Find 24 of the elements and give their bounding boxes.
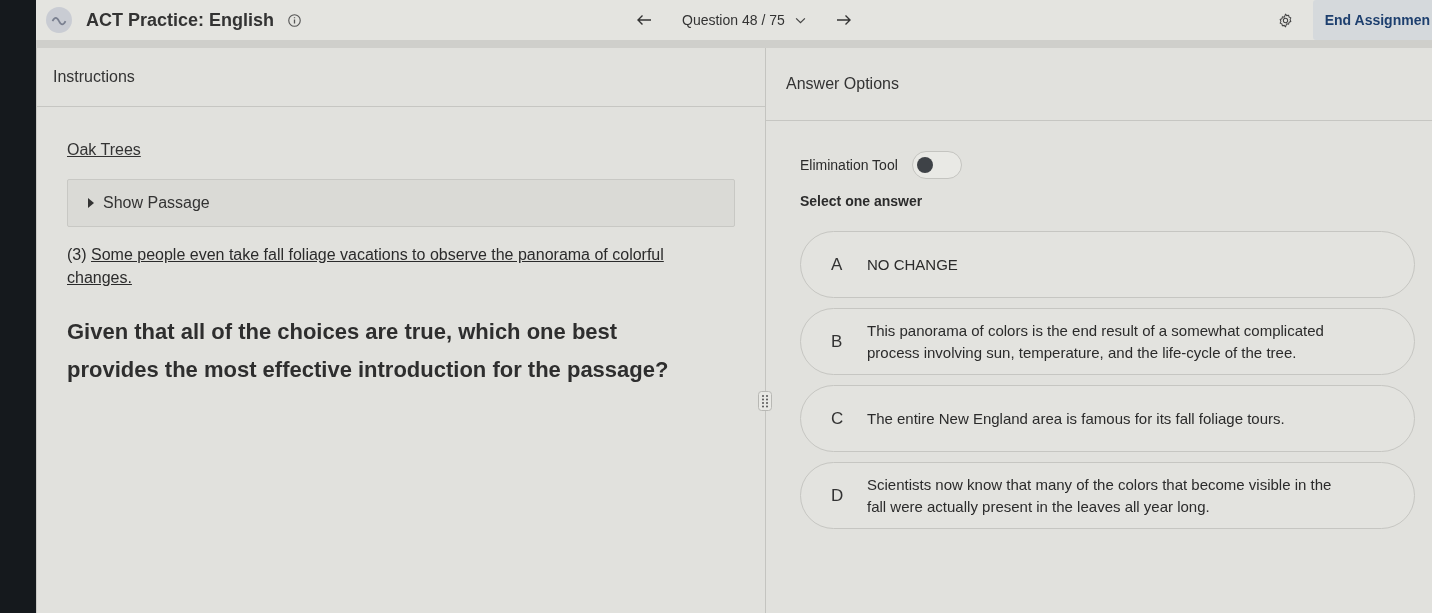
answer-option[interactable]: C The entire New England area is famous for its fall foliage tours. <box>800 385 1415 452</box>
chevron-down-icon <box>794 16 806 24</box>
section-heading: Instructions <box>53 68 135 86</box>
toggle-knob <box>916 157 933 173</box>
back-arrow-icon[interactable] <box>636 14 652 26</box>
section-heading: Answer Options <box>786 75 899 93</box>
answer-option[interactable]: A NO CHANGE <box>800 231 1415 298</box>
drag-handle-icon[interactable] <box>758 391 772 411</box>
elimination-tool-label: Elimination Tool <box>800 157 898 173</box>
forward-arrow-icon[interactable] <box>835 14 852 26</box>
passage-title-link[interactable]: Oak Trees <box>67 141 141 159</box>
answer-prompt: Select one answer <box>800 193 924 209</box>
passage-excerpt: (3) Some people even take fall foliage vacations to observe the panorama of colorful changes. <box>67 245 665 288</box>
question-text: Given that all of the choices are true, which one best provides the most effective introduction for the passage? <box>67 318 670 384</box>
elimination-toggle[interactable] <box>911 151 962 179</box>
logo-icon <box>46 7 72 33</box>
info-icon[interactable] <box>288 13 302 27</box>
answer-option[interactable]: D Scientists now know that many of the colors that become visible in the fall were actually present in the leaves all year long. <box>800 462 1415 529</box>
assignment-title: ACT Practice: English <box>86 9 275 31</box>
end-assignment-button[interactable]: End Assignmen <box>1312 0 1432 40</box>
show-passage-toggle[interactable]: Show Passage <box>67 179 735 227</box>
question-selector[interactable]: Question 48 / 75 <box>682 12 806 28</box>
settings-icon[interactable] <box>1277 12 1293 28</box>
answer-option[interactable]: B This panorama of colors is the end result of a somewhat complicated process involving sun, temperature, and the life-cycle of the tree. <box>800 308 1415 375</box>
